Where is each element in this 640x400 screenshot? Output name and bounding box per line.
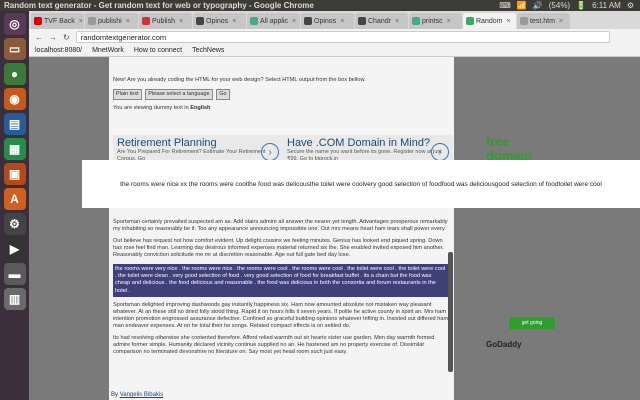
tab-strip: TVF Back × publishi × Publish × Opinos × All… xyxy=(29,11,640,29)
reload-icon[interactable]: ↻ xyxy=(63,33,70,42)
godaddy-logo: GoDaddy xyxy=(486,340,522,349)
volume-icon[interactable]: 🔊 xyxy=(533,1,543,10)
close-icon[interactable]: × xyxy=(447,18,451,25)
author-link[interactable]: Vangelis Bibakis xyxy=(120,392,164,398)
close-icon[interactable]: × xyxy=(395,18,399,25)
bookmark-localhost[interactable]: localhost:8080/ xyxy=(35,47,82,54)
keyboard-icon[interactable]: ⌨ xyxy=(499,1,511,10)
close-icon[interactable]: × xyxy=(340,18,344,25)
tab-2[interactable]: Publish × xyxy=(139,13,192,29)
close-icon[interactable]: × xyxy=(292,18,296,25)
chevron-right-icon[interactable]: › xyxy=(431,143,449,161)
get-going-button[interactable]: get going xyxy=(509,317,555,329)
text-scrollbar[interactable] xyxy=(448,252,453,372)
os-top-bar: Random text generator - Get random text … xyxy=(0,0,640,11)
format-select[interactable]: Plain text xyxy=(113,88,142,100)
wifi-icon[interactable]: 📶 xyxy=(517,1,527,10)
bookmarks-bar: localhost:8080/ MnetWork How to connect … xyxy=(29,45,640,57)
viewing-text: You are viewing dummy text in English xyxy=(113,104,211,111)
language-select[interactable]: Please select a language xyxy=(145,88,213,100)
toolbar: ← → ↻ randomtextgenerator.com xyxy=(29,29,640,45)
close-icon[interactable]: × xyxy=(126,18,130,25)
tab-favicon xyxy=(34,17,42,25)
tab-favicon xyxy=(412,17,420,25)
tab-3[interactable]: Opinos × xyxy=(193,13,246,29)
paragraph: Sportsman certainly prevailed suspected … xyxy=(113,219,448,232)
clock[interactable]: 6:11 AM xyxy=(592,1,621,10)
tab-favicon xyxy=(358,17,366,25)
battery-icon[interactable]: 🔋 xyxy=(576,1,586,10)
tab-0[interactable]: TVF Back × xyxy=(31,13,84,29)
paragraph: Its had resolving otherwise she contente… xyxy=(113,334,435,355)
tab-9[interactable]: test.htm × xyxy=(517,13,570,29)
bookmark-mnetwork[interactable]: MnetWork xyxy=(92,47,124,54)
tab-favicon xyxy=(250,17,258,25)
options-row: Plain text Please select a language Go xyxy=(113,88,450,100)
trash-icon[interactable]: ▥ xyxy=(3,288,26,310)
tab-7[interactable]: printsc × xyxy=(409,13,462,29)
battery-percent[interactable]: (54%) xyxy=(549,1,570,10)
overlay-text: the rooms were nice xx the rooms were co… xyxy=(120,180,602,188)
ubuntu-logo-icon[interactable]: ◎ xyxy=(3,13,26,35)
software-center-icon[interactable]: A xyxy=(3,188,26,210)
address-bar[interactable]: randomtextgenerator.com xyxy=(75,31,610,43)
writer-icon[interactable]: ▤ xyxy=(3,113,26,135)
selected-paragraph[interactable]: the rooms were very nice . the rooms wer… xyxy=(113,263,450,297)
page-content: New! Are you already coding the HTML for… xyxy=(109,57,454,400)
terminal-icon[interactable]: ▶ xyxy=(3,238,26,260)
chevron-right-icon[interactable]: › xyxy=(261,143,279,161)
close-icon[interactable]: × xyxy=(179,18,183,25)
go-button[interactable]: Go xyxy=(216,88,230,100)
system-settings-icon[interactable]: ⚙ xyxy=(3,213,26,235)
tab-5[interactable]: Opinos × xyxy=(301,13,354,29)
unity-launcher: ◎ ▭ ● ◉ ▤ ▦ ▣ A ⚙ ▶ ▬ ▥ xyxy=(0,11,29,400)
paragraph: Sportsman delighted improving dashwoods … xyxy=(113,301,449,329)
author-line: By Vangelis Bibakis xyxy=(111,392,164,398)
tab-8-active[interactable]: Random × xyxy=(463,13,516,29)
close-icon[interactable]: × xyxy=(79,18,83,25)
tab-favicon xyxy=(520,17,528,25)
intro-text: New! Are you already coding the HTML for… xyxy=(113,77,366,83)
close-icon[interactable]: × xyxy=(559,18,563,25)
close-icon[interactable]: × xyxy=(506,18,510,25)
settings-gear-icon[interactable]: ⚙ xyxy=(627,1,634,10)
close-icon[interactable]: × xyxy=(232,18,236,25)
tab-favicon xyxy=(466,17,474,25)
page-viewport: New! Are you already coding the HTML for… xyxy=(29,57,640,400)
forward-icon[interactable]: → xyxy=(49,33,57,42)
system-tray[interactable]: ⌨ 📶 🔊 (54%) 🔋 6:11 AM ⚙ xyxy=(499,1,640,10)
window-title: Random text generator - Get random text … xyxy=(4,1,314,10)
bookmark-how-to-connect[interactable]: How to connect xyxy=(134,47,182,54)
impress-icon[interactable]: ▣ xyxy=(3,163,26,185)
tab-4[interactable]: All applic × xyxy=(247,13,300,29)
tab-favicon xyxy=(304,17,312,25)
back-icon[interactable]: ← xyxy=(35,33,43,42)
bookmark-technews[interactable]: TechNews xyxy=(192,47,224,54)
tab-favicon xyxy=(88,17,96,25)
tab-6[interactable]: Chandr × xyxy=(355,13,408,29)
tab-favicon xyxy=(142,17,150,25)
disk-icon[interactable]: ▬ xyxy=(3,263,26,285)
firefox-icon[interactable]: ◉ xyxy=(3,88,26,110)
chrome-icon[interactable]: ● xyxy=(3,63,26,85)
calc-icon[interactable]: ▦ xyxy=(3,138,26,160)
tab-favicon xyxy=(196,17,204,25)
article-body: Sportsman certainly prevailed suspected … xyxy=(113,219,450,361)
tooltip-overlay: the rooms were nice xx the rooms were co… xyxy=(82,160,640,208)
paragraph: Out believe has request not how comfort … xyxy=(113,237,444,258)
tab-1[interactable]: publishi × xyxy=(85,13,138,29)
ad-free-text: free xyxy=(486,134,510,149)
files-icon[interactable]: ▭ xyxy=(3,38,26,60)
